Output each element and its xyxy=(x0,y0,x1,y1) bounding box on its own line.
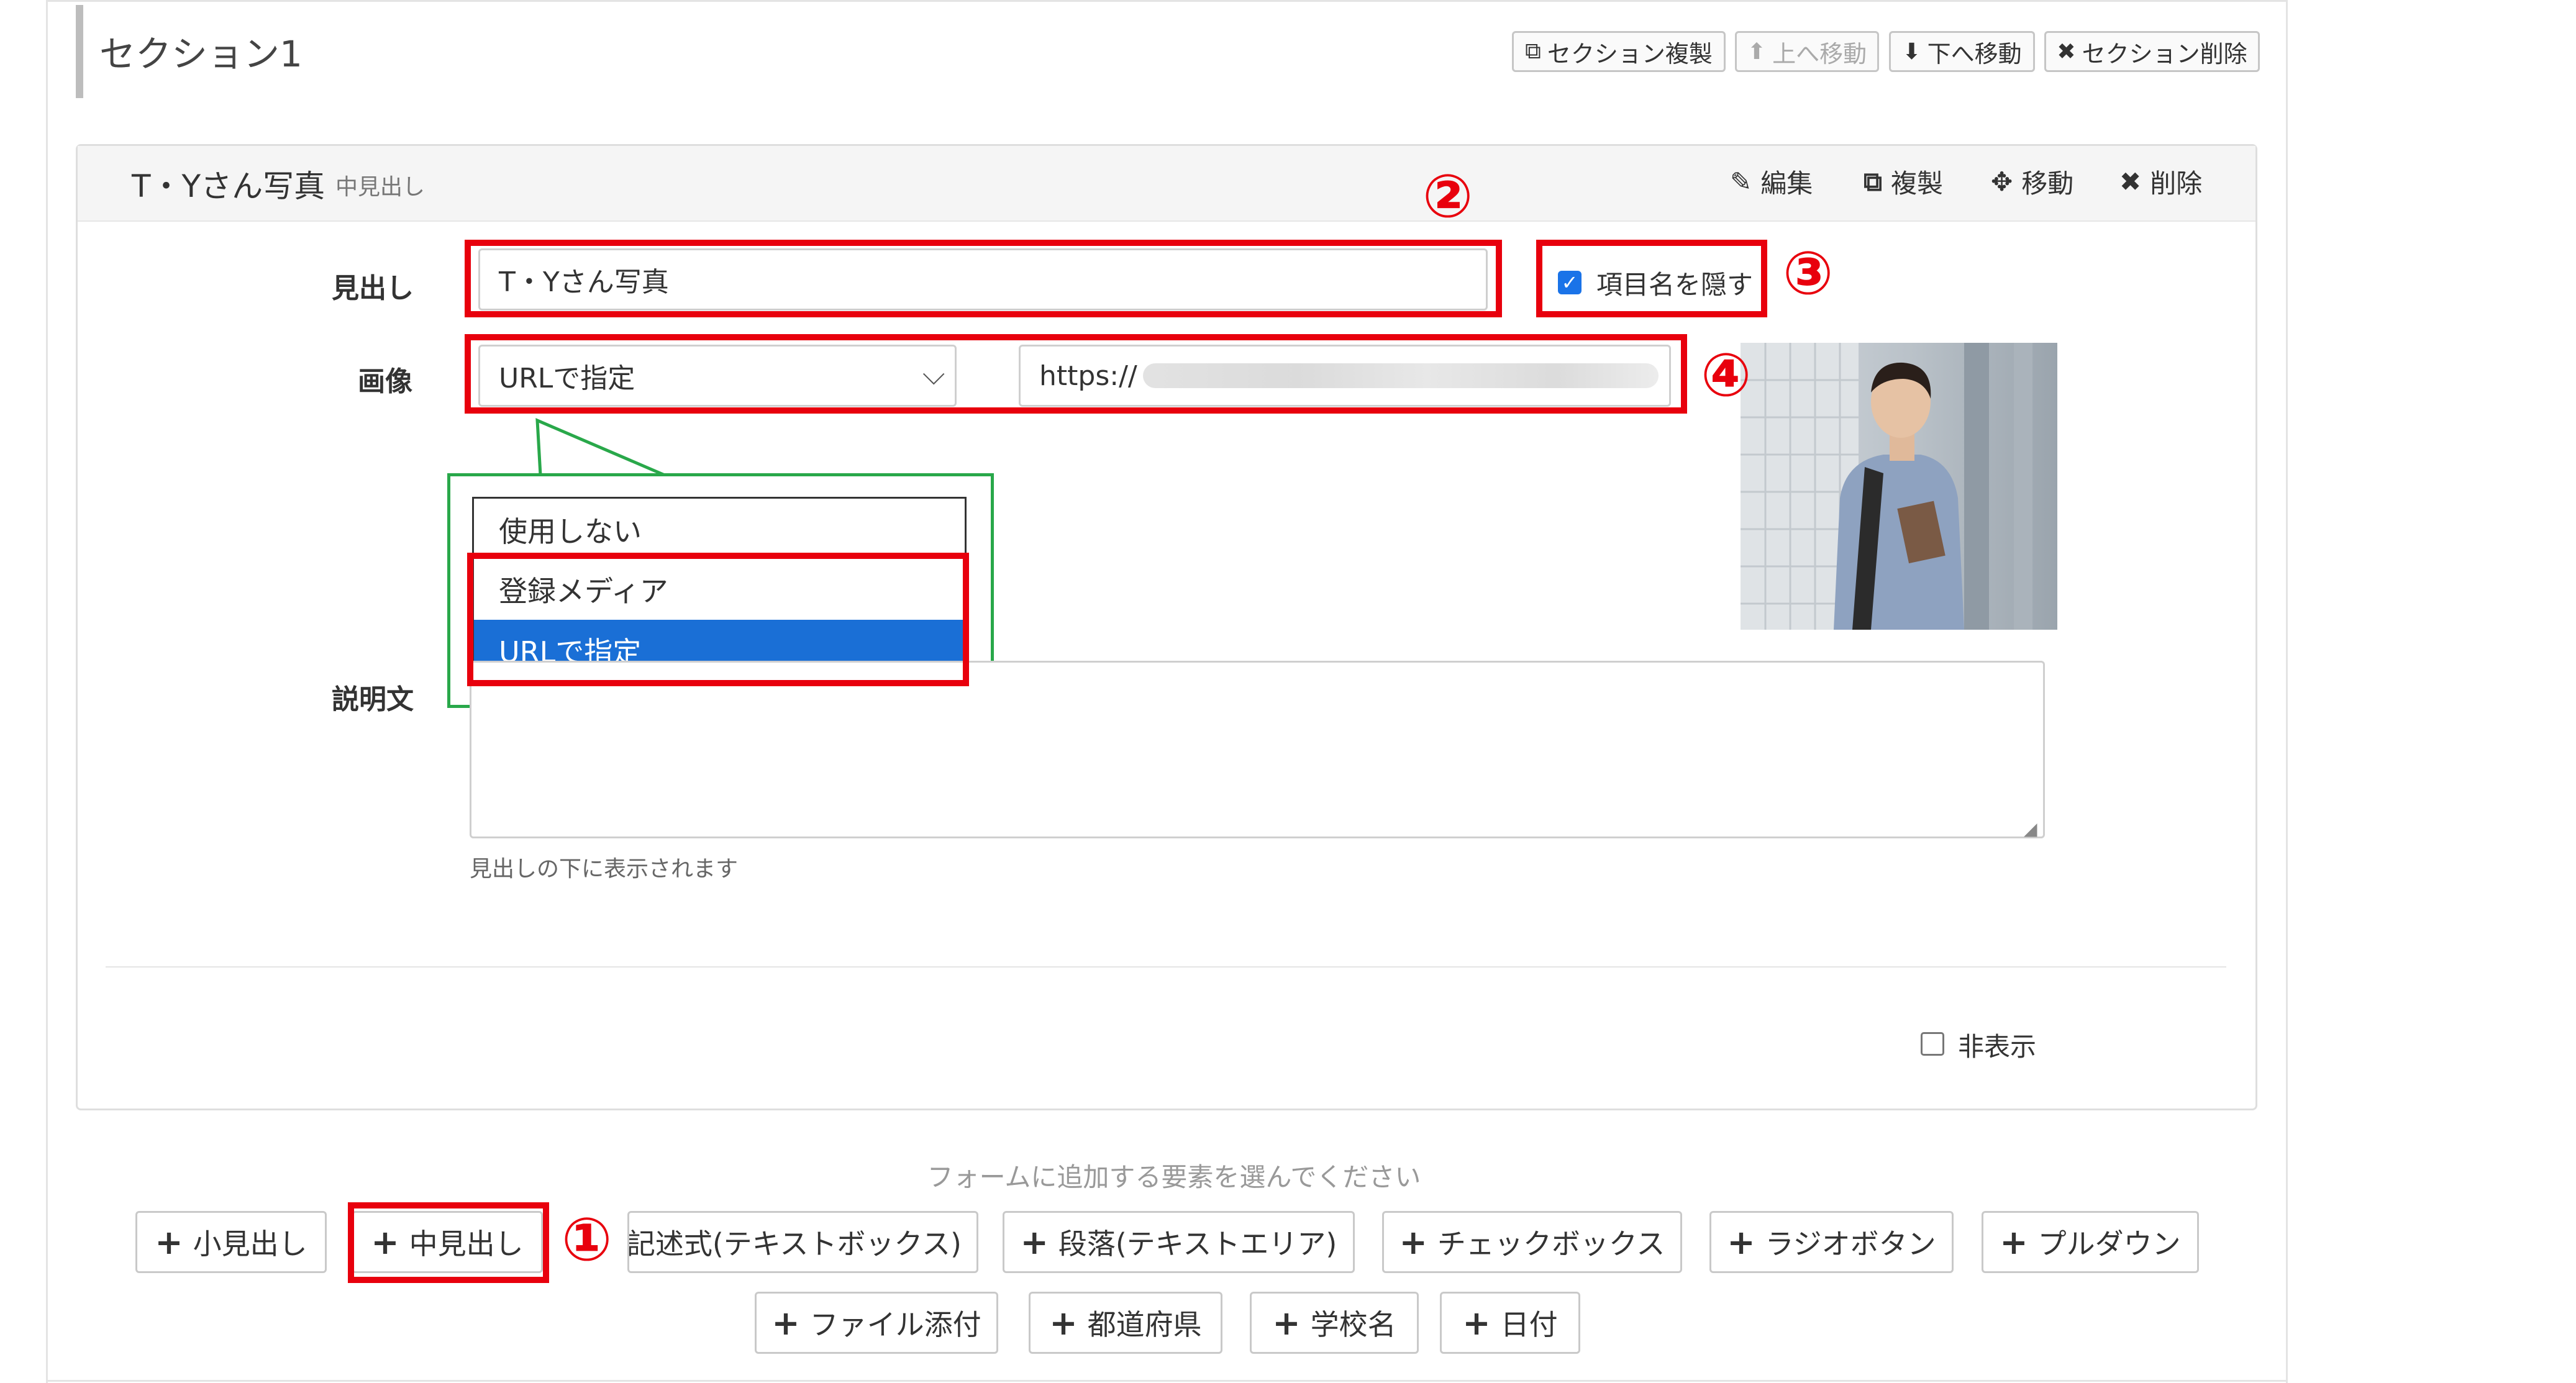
plus-icon: + xyxy=(2000,1222,2028,1262)
section-duplicate-button[interactable]: ⧉ セクション複製 xyxy=(1512,31,1726,72)
add-pulldown-label: プルダウン xyxy=(2037,1227,2181,1261)
add-textbox-button[interactable]: 記述式(テキストボックス) xyxy=(627,1211,978,1273)
section-delete-button[interactable]: ✖ セクション削除 xyxy=(2044,31,2260,72)
duplicate-label: 複製 xyxy=(1891,168,1944,199)
section-move-up-button[interactable]: ⬆ 上へ移動 xyxy=(1735,31,1879,72)
description-help-text: 見出しの下に表示されます xyxy=(470,856,739,882)
section-move-up-label: 上へ移動 xyxy=(1772,40,1867,68)
add-date-label: 日付 xyxy=(1500,1308,1558,1341)
add-radio-button[interactable]: + ラジオボタン xyxy=(1709,1211,1954,1273)
highlight-box-hide-name xyxy=(1536,240,1767,317)
move-button[interactable]: ✥ 移動 xyxy=(1991,163,2073,201)
delete-button[interactable]: ✖ 削除 xyxy=(2119,163,2202,201)
close-icon: ✖ xyxy=(2057,39,2076,65)
resize-grip-icon[interactable]: ◢ xyxy=(2024,818,2037,839)
add-small-heading-label: 小見出し xyxy=(193,1227,307,1261)
add-checkbox-label: チェックボックス xyxy=(1437,1227,1665,1261)
add-element-prompt: フォームに追加する要素を選んでください xyxy=(927,1162,1421,1192)
move-label: 移動 xyxy=(2021,168,2074,199)
add-textbox-label: 記述式(テキストボックス) xyxy=(627,1227,962,1261)
section-accent-bar xyxy=(76,5,83,98)
highlight-box-image xyxy=(465,334,1687,414)
add-date-button[interactable]: + 日付 xyxy=(1440,1292,1580,1354)
move-icon: ✥ xyxy=(1991,166,2013,197)
add-school-label: 学校名 xyxy=(1310,1308,1396,1341)
image-preview-photo xyxy=(1741,343,2057,630)
field-name: T・Yさん写真 xyxy=(132,168,325,204)
highlight-box-medium-heading xyxy=(348,1202,549,1283)
add-textarea-button[interactable]: + 段落(テキストエリア) xyxy=(1003,1211,1355,1273)
callout-pointer xyxy=(535,418,665,477)
add-small-heading-button[interactable]: + 小見出し xyxy=(135,1211,327,1273)
section-duplicate-label: セクション複製 xyxy=(1547,40,1713,68)
annotation-number-2: ② xyxy=(1422,161,1473,231)
annotation-number-3: ③ xyxy=(1783,238,1834,308)
plus-icon: + xyxy=(1399,1222,1427,1262)
annotation-number-4: ④ xyxy=(1701,340,1752,410)
field-type-badge: 中見出し xyxy=(335,175,426,200)
section-move-down-label: 下へ移動 xyxy=(1927,40,2022,68)
highlight-box-options xyxy=(467,553,969,686)
edit-button[interactable]: ✎ 編集 xyxy=(1730,163,1813,201)
page-frame-bottom xyxy=(46,1380,2288,1382)
plus-icon: + xyxy=(1462,1303,1491,1343)
pencil-icon: ✎ xyxy=(1730,166,1752,197)
heading-label: 見出し xyxy=(332,273,414,304)
option-none[interactable]: 使用しない xyxy=(474,499,965,560)
annotation-number-1: ① xyxy=(562,1205,612,1274)
duplicate-icon: ⧉ xyxy=(1864,166,1882,197)
plus-icon: + xyxy=(1049,1303,1078,1343)
add-prefecture-button[interactable]: + 都道府県 xyxy=(1029,1292,1222,1354)
plus-icon: + xyxy=(1020,1222,1049,1262)
hide-field-label: 非表示 xyxy=(1958,1032,2037,1062)
add-radio-label: ラジオボタン xyxy=(1765,1227,1936,1261)
edit-label: 編集 xyxy=(1760,168,1813,199)
add-textarea-label: 段落(テキストエリア) xyxy=(1058,1227,1337,1261)
section-move-down-button[interactable]: ⬇ 下へ移動 xyxy=(1889,31,2035,72)
add-checkbox-button[interactable]: + チェックボックス xyxy=(1382,1211,1682,1273)
panel-divider xyxy=(106,966,2226,968)
add-file-button[interactable]: + ファイル添付 xyxy=(755,1292,998,1354)
description-textarea[interactable] xyxy=(470,661,2045,838)
add-prefecture-label: 都道府県 xyxy=(1087,1308,1202,1341)
description-label: 説明文 xyxy=(332,684,414,715)
plus-icon: + xyxy=(1727,1222,1755,1262)
arrow-down-icon: ⬇ xyxy=(1902,39,1921,65)
plus-icon: + xyxy=(771,1303,800,1343)
duplicate-button[interactable]: ⧉ 複製 xyxy=(1864,163,1943,201)
section-title: セクション1 xyxy=(99,33,303,75)
highlight-box-heading xyxy=(465,240,1502,317)
image-label: 画像 xyxy=(358,366,412,397)
duplicate-icon: ⧉ xyxy=(1525,39,1541,64)
add-school-button[interactable]: + 学校名 xyxy=(1250,1292,1419,1354)
hide-field-checkbox[interactable] xyxy=(1921,1032,1944,1056)
delete-label: 削除 xyxy=(2150,168,2203,199)
plus-icon: + xyxy=(155,1222,183,1262)
add-pulldown-button[interactable]: + プルダウン xyxy=(1982,1211,2199,1273)
arrow-up-icon: ⬆ xyxy=(1747,39,1767,65)
add-file-label: ファイル添付 xyxy=(809,1308,981,1341)
page-frame-top xyxy=(46,0,2288,2)
plus-icon: + xyxy=(1272,1303,1301,1343)
section-delete-label: セクション削除 xyxy=(2082,40,2247,68)
close-icon: ✖ xyxy=(2119,166,2142,197)
